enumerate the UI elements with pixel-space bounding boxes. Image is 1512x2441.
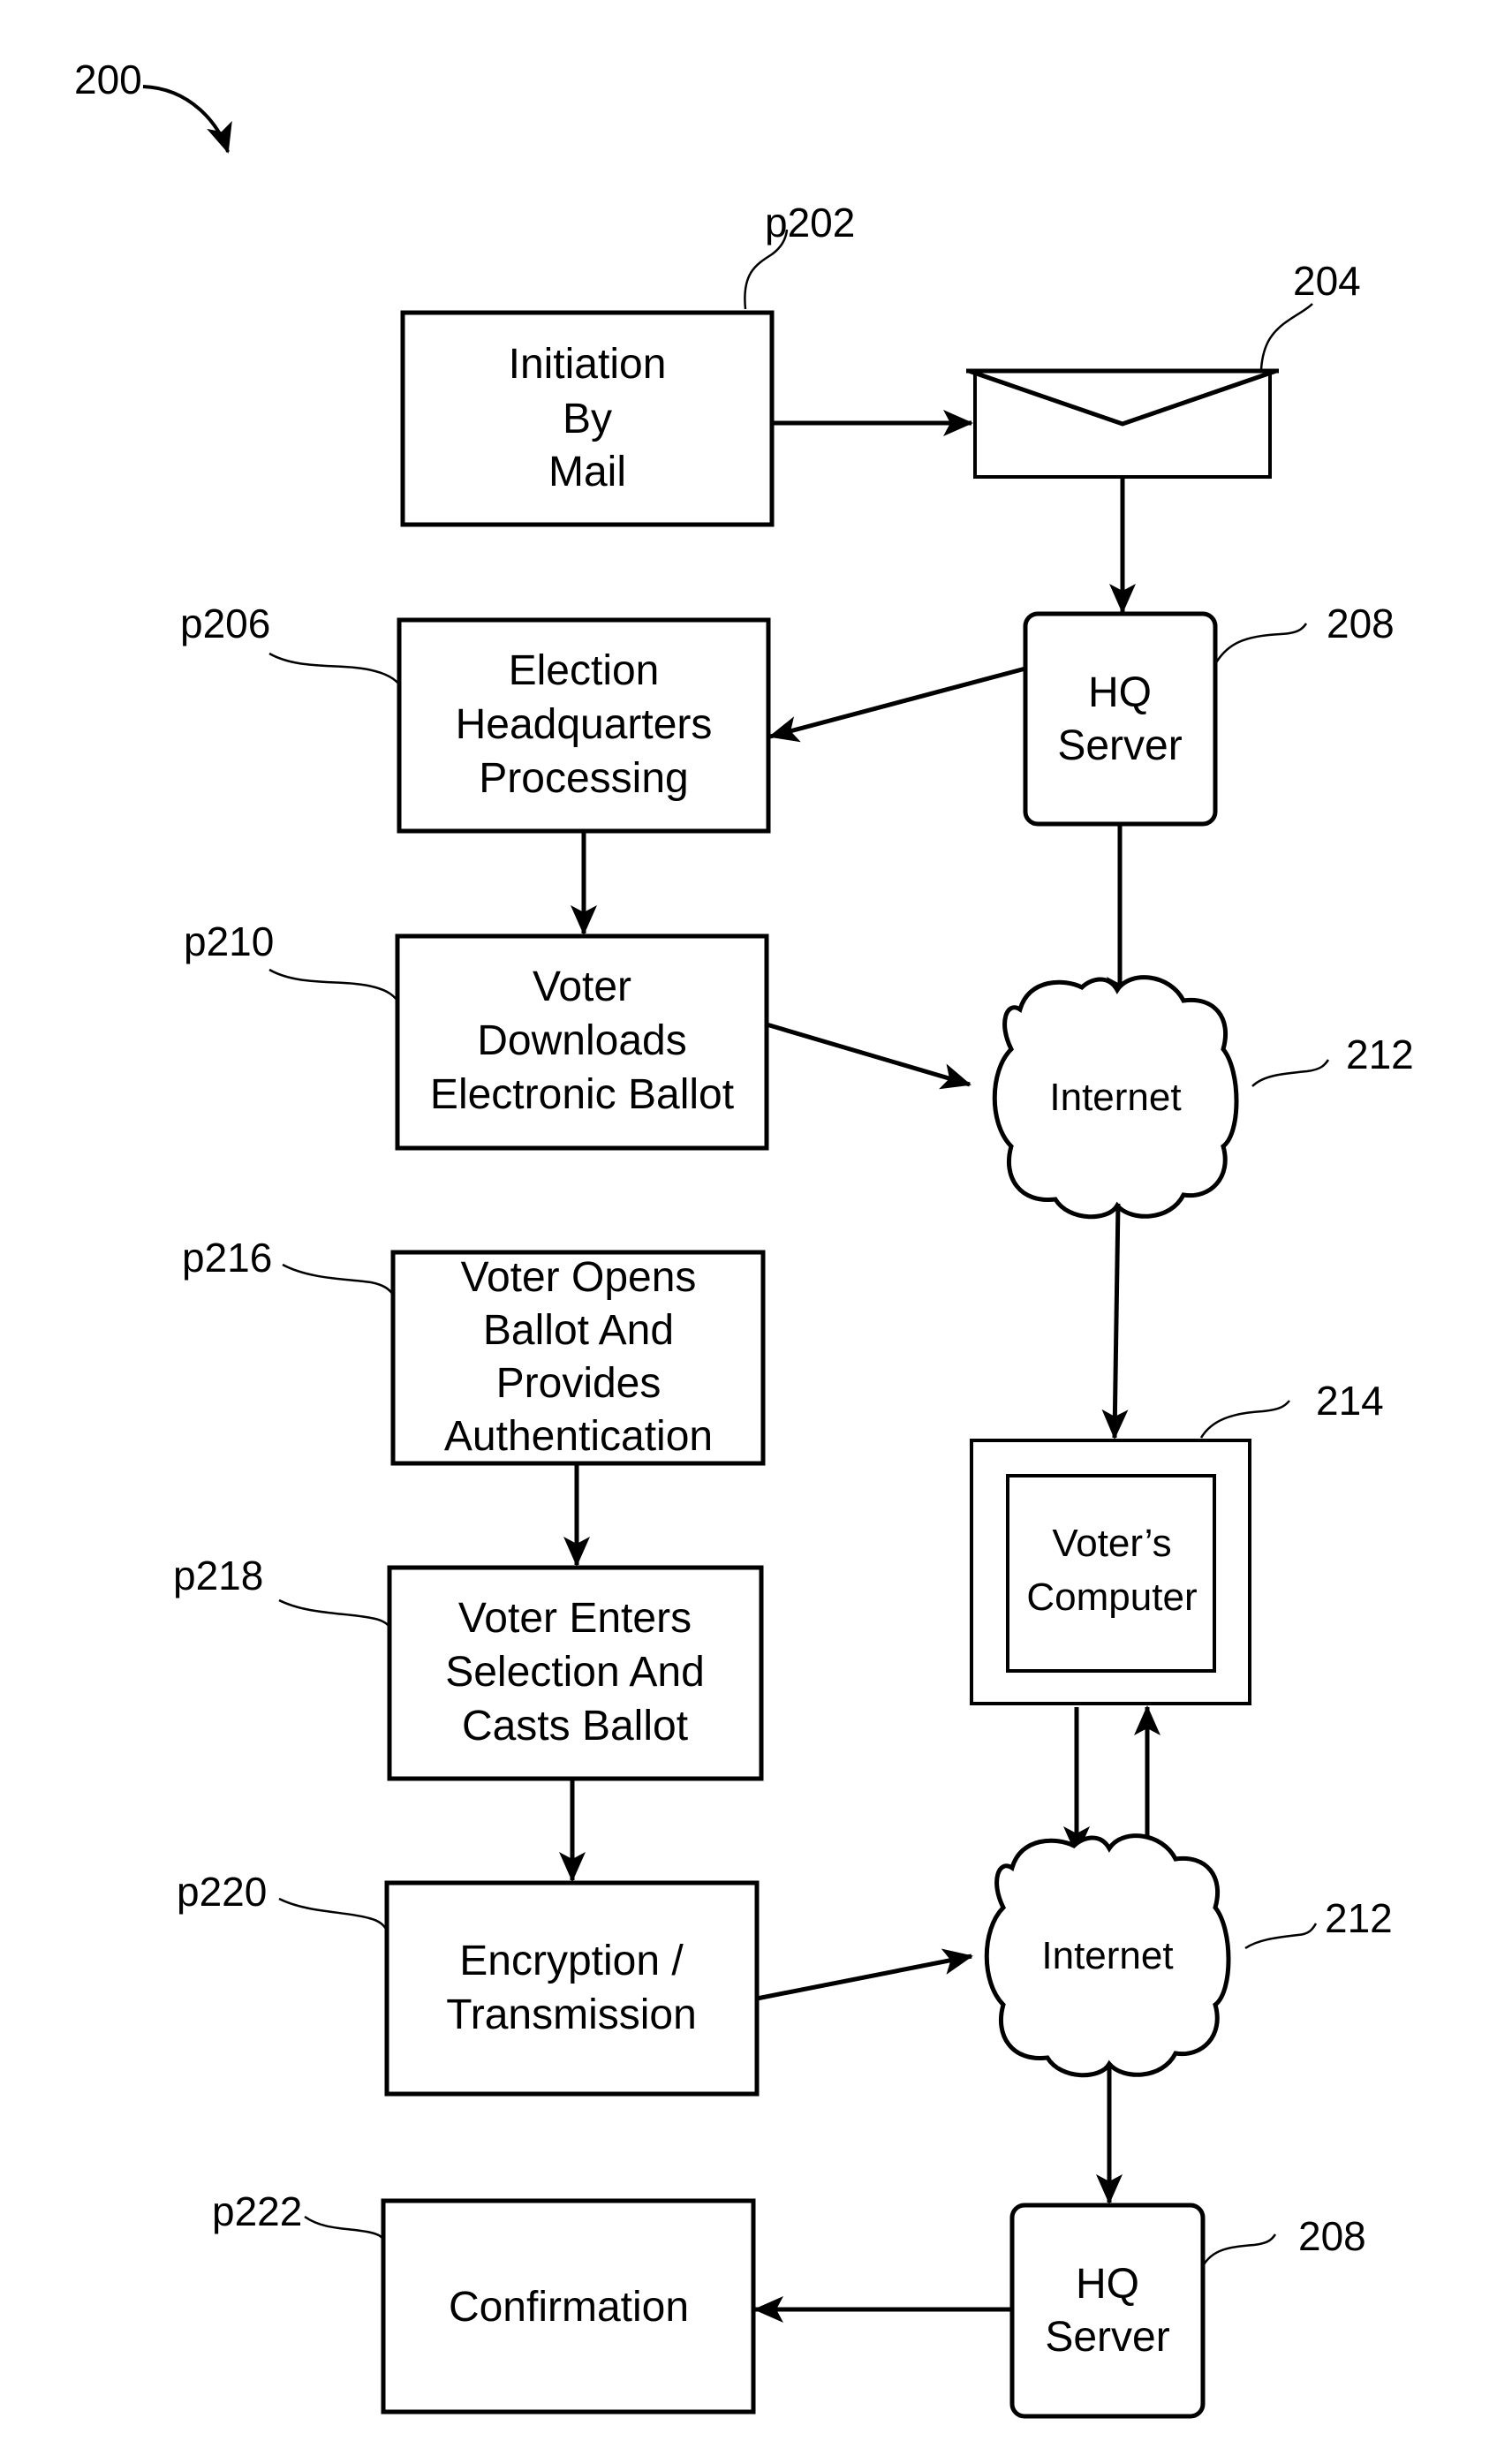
ref-label-p210: p210 [184, 918, 274, 964]
node-voter-downloads-ballot: Voter Downloads Electronic Ballot [395, 933, 769, 1151]
node-hq-server-top: HQ Server [1023, 611, 1218, 827]
node-text-line: Processing [479, 755, 688, 802]
node-voter-enters-selection: Voter Enters Selection And Casts Ballot [387, 1565, 764, 1781]
figure-ref-arrow [142, 85, 232, 154]
node-election-hq-processing: Election Headquarters Processing [397, 617, 771, 834]
leader-line [268, 652, 400, 685]
internet-label: Internet [1041, 1934, 1173, 1977]
node-text-line: Casts Ballot [462, 1703, 688, 1750]
node-voter-opens-ballot: Voter Opens Ballot And Provides Authenti… [390, 1250, 766, 1466]
node-text-line: By [563, 396, 612, 442]
arrow-internet-to-computer [1101, 1203, 1129, 1440]
leader-line [1213, 623, 1308, 665]
ref-label-212-top: 212 [1346, 1032, 1414, 1077]
ref-label-p218: p218 [173, 1553, 263, 1598]
node-text-line: HQ [1076, 2261, 1139, 2308]
internet-label: Internet [1049, 1076, 1181, 1119]
leader-line [1251, 1059, 1330, 1087]
ref-label-204: 204 [1293, 258, 1361, 304]
node-text-line: HQ [1088, 669, 1152, 716]
leader-line [1201, 2233, 1277, 2267]
ref-label-p220: p220 [177, 1869, 267, 1915]
node-text-line: Encryption / [459, 1938, 684, 1984]
arrow-hq-to-election-hq [768, 666, 1026, 743]
node-text-line: Computer [1026, 1576, 1197, 1619]
leader-line [282, 1263, 395, 1296]
node-text-line: Selection And [445, 1649, 705, 1696]
figure-ref-label: 200 [74, 57, 142, 102]
internet-cloud-top: Internet [992, 975, 1239, 1220]
node-text-line: Provides [496, 1360, 662, 1407]
arrow-download-to-internet [766, 1022, 971, 1090]
node-text-line: Electronic Ballot [430, 1071, 734, 1118]
node-voters-computer: Voter’s Computer [970, 1439, 1251, 1705]
leader-line [268, 968, 398, 1001]
node-text-line: Voter [533, 964, 631, 1010]
internet-cloud-bottom: Internet [984, 1833, 1231, 2078]
ref-label-p222: p222 [212, 2188, 302, 2234]
arrow-encryption-to-internet [756, 1948, 973, 2001]
leader-line [1259, 303, 1313, 370]
node-text-line: Voter Enters [458, 1595, 692, 1642]
node-text-line: Ballot And [483, 1307, 674, 1354]
node-text-line: Authentication [444, 1413, 713, 1460]
ref-label-p206: p206 [180, 601, 270, 646]
node-text-line: Mail [548, 449, 626, 495]
node-hq-server-bottom: HQ Server [1009, 2203, 1206, 2419]
node-text-line: Confirmation [449, 2284, 689, 2331]
node-text-line: Transmission [446, 1991, 697, 2038]
node-encryption-transmission: Encryption / Transmission [384, 1880, 760, 2097]
node-text-line: Headquarters [456, 701, 713, 748]
leader-line [1244, 1923, 1318, 1950]
node-confirmation: Confirmation [381, 2198, 756, 2415]
envelope-icon [966, 368, 1279, 479]
node-text-line: Voter’s [1052, 1522, 1171, 1565]
ref-label-214: 214 [1316, 1378, 1384, 1424]
ref-label-208-top: 208 [1327, 601, 1395, 646]
flow-diagram: 200 Initiation By Mail p202 204 HQ Serve… [74, 57, 1414, 2419]
node-text-line: Server [1045, 2314, 1169, 2361]
leader-line [304, 2215, 385, 2241]
node-text-line: Initiation [509, 341, 667, 388]
node-text-line: Downloads [477, 1017, 686, 1064]
leader-line [1199, 1400, 1290, 1439]
node-text-line: Election [509, 647, 660, 694]
node-text-line: Server [1057, 722, 1182, 769]
ref-label-208-bottom: 208 [1298, 2213, 1366, 2259]
ref-label-p216: p216 [182, 1235, 272, 1281]
node-text-line: Voter Opens [461, 1254, 697, 1301]
ref-label-p202: p202 [765, 200, 855, 246]
leader-line [278, 1897, 389, 1931]
leader-line [278, 1598, 390, 1628]
node-initiation-by-mail: Initiation By Mail [400, 310, 775, 527]
ref-label-212-bottom: 212 [1325, 1895, 1393, 1941]
